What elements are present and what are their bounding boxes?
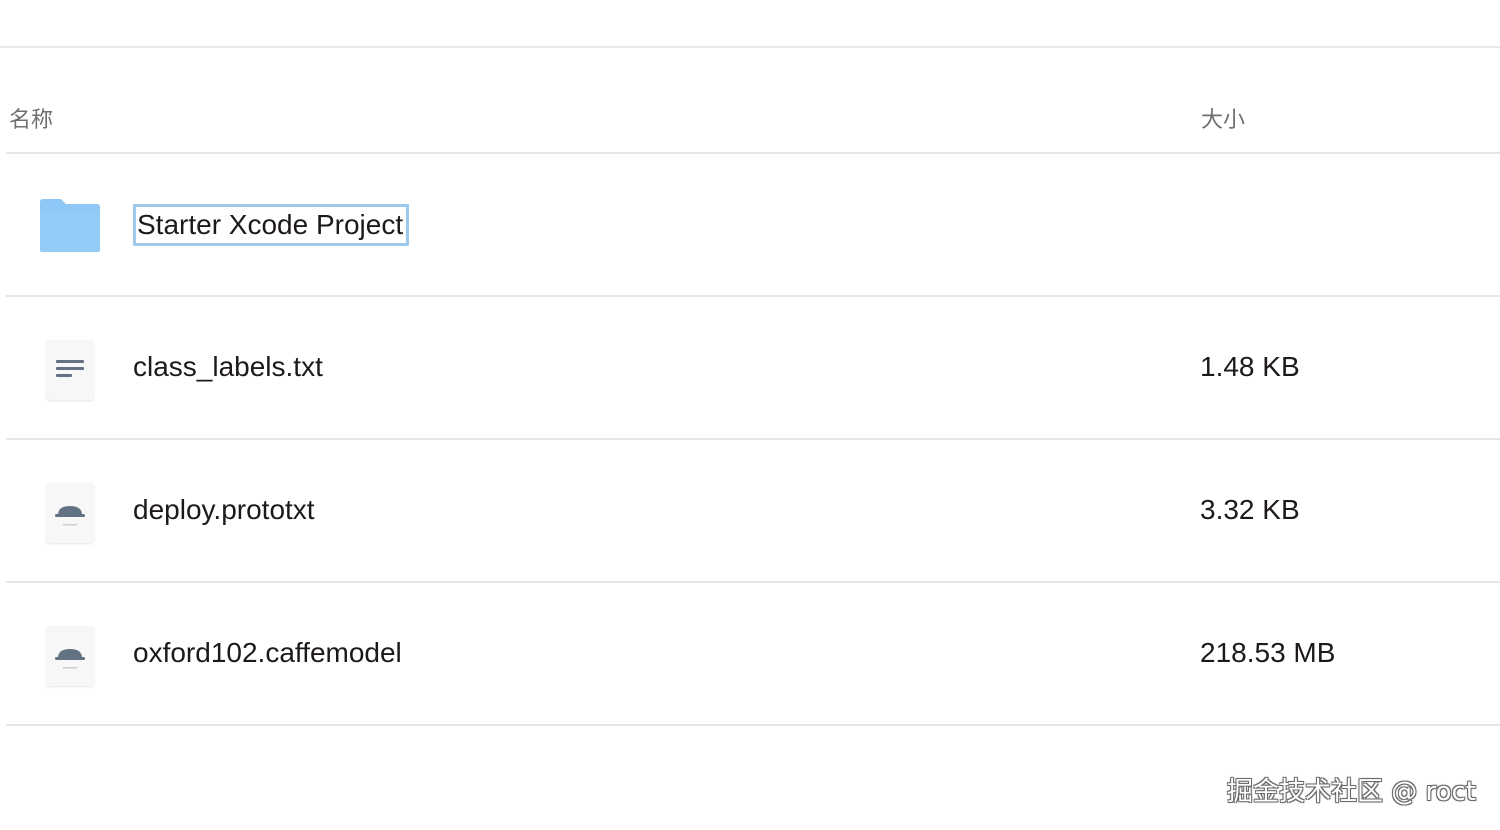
file-row-class-labels[interactable]: class_labels.txt 1.48 KB: [6, 297, 1500, 440]
file-row-starter-xcode-project[interactable]: Starter Xcode Project: [6, 154, 1500, 297]
file-name[interactable]: oxford102.caffemodel: [133, 637, 402, 669]
file-row-deploy-prototxt[interactable]: deploy.prototxt 3.32 KB: [6, 440, 1500, 583]
generic-file-icon: [46, 483, 94, 543]
file-row-oxford102-caffemodel[interactable]: oxford102.caffemodel 218.53 MB: [6, 583, 1500, 726]
file-list: Starter Xcode Project class_labels.txt 1…: [6, 154, 1500, 726]
file-name[interactable]: Starter Xcode Project: [133, 204, 410, 246]
top-divider: [0, 46, 1500, 48]
folder-icon: [40, 198, 100, 252]
watermark: 掘金技术社区 @ roct: [1226, 777, 1476, 807]
file-list-header: 名称 大小: [6, 80, 1500, 154]
file-name[interactable]: class_labels.txt: [133, 351, 323, 383]
name-column-header[interactable]: 名称: [9, 102, 53, 134]
file-size: 218.53 MB: [1200, 637, 1336, 668]
file-size: 3.32 KB: [1200, 494, 1300, 525]
size-column-header[interactable]: 大小: [1201, 102, 1245, 134]
file-size: 1.48 KB: [1200, 351, 1300, 382]
text-file-icon: [46, 340, 94, 400]
generic-file-icon: [46, 626, 94, 686]
file-name[interactable]: deploy.prototxt: [133, 494, 315, 526]
